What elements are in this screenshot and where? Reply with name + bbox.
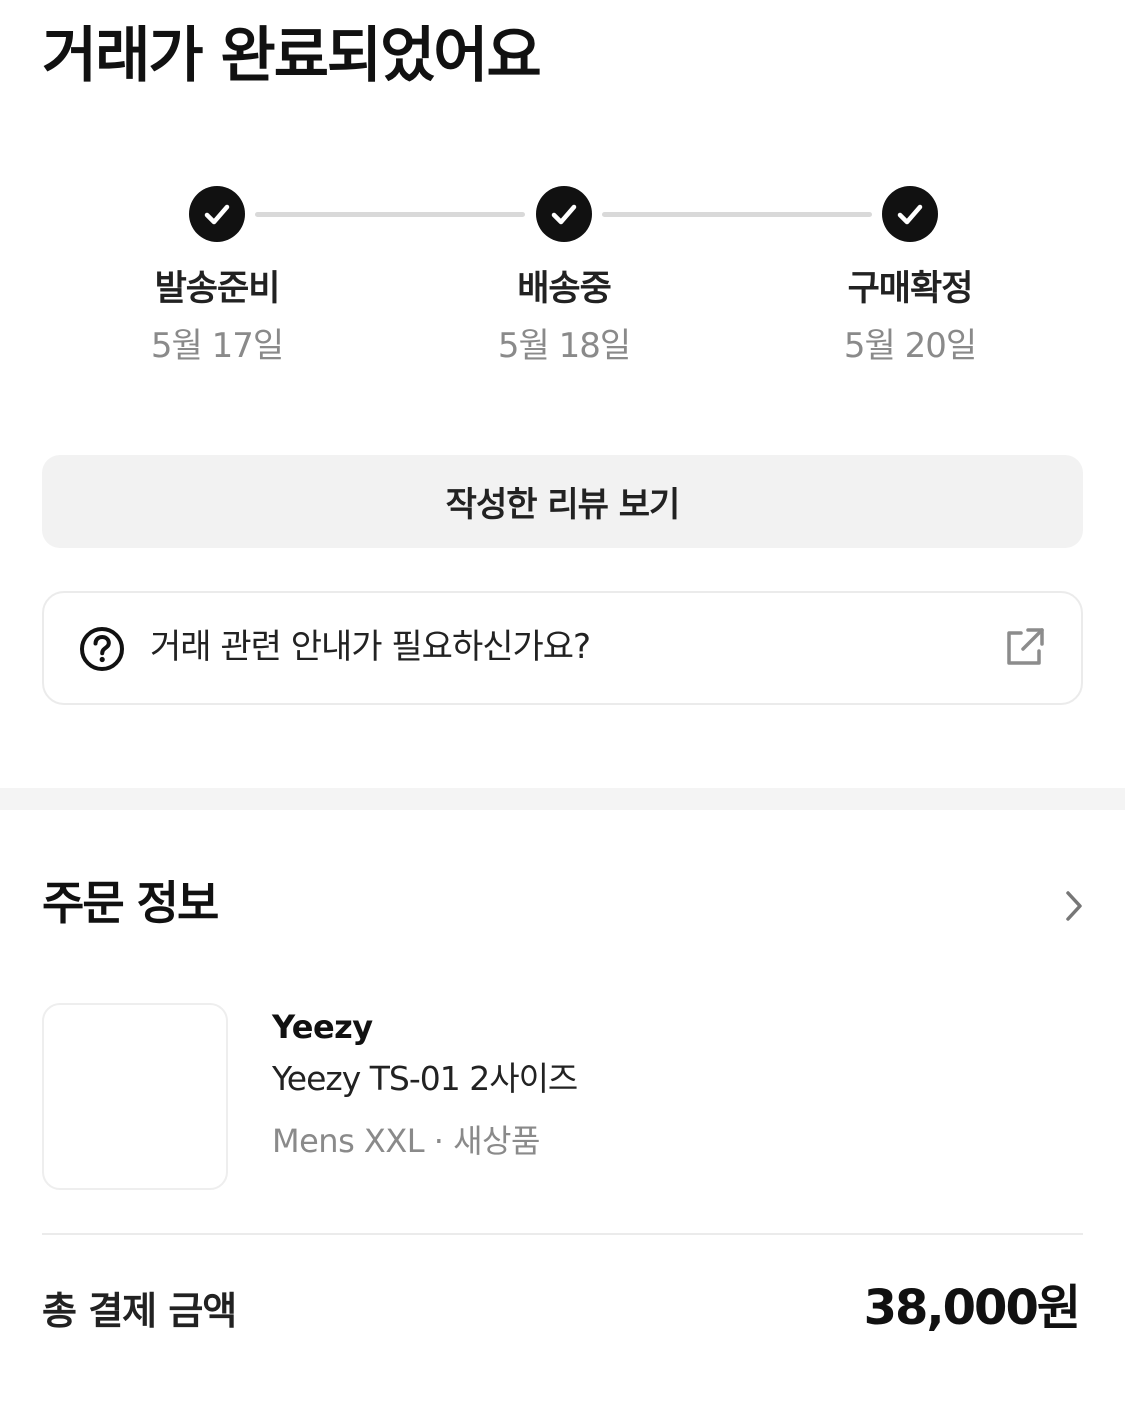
progress-step-label: 발송준비 xyxy=(154,269,281,309)
progress-step-purchase-confirmed: 구매확정 5월 20일 xyxy=(790,186,1030,368)
page-title: 거래가 완료되었어요 xyxy=(42,21,542,91)
progress-step-date: 5월 17일 xyxy=(150,326,284,366)
section-divider xyxy=(0,788,1125,810)
check-icon xyxy=(189,186,245,242)
total-payment-amount: 38,000원 xyxy=(863,1280,1081,1336)
check-icon xyxy=(882,186,938,242)
progress-step-label: 배송중 xyxy=(517,269,612,309)
product-thumbnail[interactable] xyxy=(42,1003,228,1190)
total-payment-label: 총 결제 금액 xyxy=(42,1289,237,1333)
progress-step-label: 구매확정 xyxy=(847,269,974,309)
view-written-review-button[interactable]: 작성한 리뷰 보기 xyxy=(42,455,1083,548)
external-link-icon xyxy=(1001,625,1047,671)
progress-step-shipping-preparation: 발송준비 5월 17일 xyxy=(97,186,337,368)
question-circle-icon xyxy=(78,625,126,673)
check-icon xyxy=(536,186,592,242)
product-brand: Yeezy xyxy=(272,1008,373,1046)
order-info-title: 주문 정보 xyxy=(42,876,219,930)
transaction-help-link[interactable]: 거래 관련 안내가 필요하신가요? xyxy=(42,591,1083,705)
divider xyxy=(42,1233,1083,1235)
chevron-right-icon[interactable] xyxy=(1058,888,1090,924)
product-option: Mens XXL · 새상품 xyxy=(272,1122,540,1160)
order-progress: 발송준비 5월 17일 배송중 5월 18일 구매확정 5월 20일 xyxy=(0,170,1125,390)
progress-step-in-transit: 배송중 5월 18일 xyxy=(444,186,684,368)
progress-step-date: 5월 18일 xyxy=(497,326,631,366)
help-link-text: 거래 관련 안내가 필요하신가요? xyxy=(150,627,591,667)
product-name: Yeezy TS-01 2사이즈 xyxy=(272,1059,578,1098)
progress-step-date: 5월 20일 xyxy=(843,326,977,366)
